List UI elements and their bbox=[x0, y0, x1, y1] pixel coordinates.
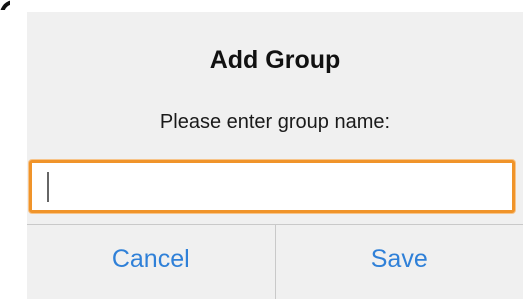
window-corner bbox=[0, 0, 10, 10]
dialog-message: Please enter group name: bbox=[159, 111, 391, 133]
add-group-dialog: Add Group Please enter group name: Cance… bbox=[27, 12, 523, 299]
dialog-title: Add Group bbox=[209, 46, 341, 74]
save-button[interactable]: Save bbox=[276, 225, 523, 299]
text-cursor bbox=[47, 172, 49, 202]
dialog-button-bar: Cancel Save bbox=[27, 224, 523, 299]
group-name-input[interactable] bbox=[29, 160, 515, 213]
cancel-button[interactable]: Cancel bbox=[27, 225, 275, 299]
